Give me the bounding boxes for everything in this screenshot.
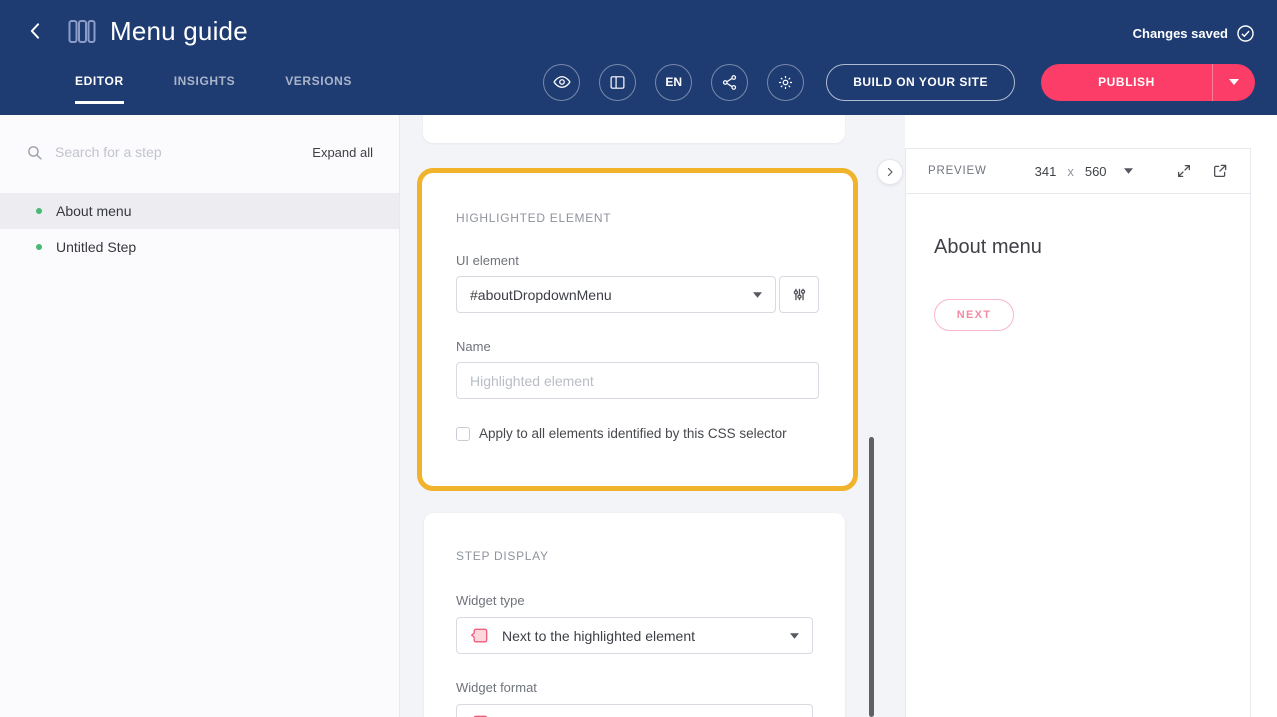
section-title: STEP DISPLAY bbox=[456, 549, 813, 563]
apply-all-checkbox-label: Apply to all elements identified by this… bbox=[479, 426, 787, 441]
ui-element-select[interactable]: #aboutDropdownMenu bbox=[456, 276, 776, 313]
tab-versions[interactable]: VERSIONS bbox=[285, 74, 352, 101]
preview-region: PREVIEW 341 x 560 bbox=[905, 115, 1277, 717]
widget-type-label: Widget type bbox=[456, 593, 813, 608]
layout-button[interactable] bbox=[599, 64, 636, 101]
tooltip-widget-icon bbox=[470, 626, 490, 646]
back-button[interactable] bbox=[22, 17, 50, 45]
step-status-dot bbox=[36, 208, 42, 214]
chevron-down-icon bbox=[790, 633, 799, 639]
chevron-right-icon bbox=[884, 166, 896, 178]
preview-height: 560 bbox=[1085, 164, 1107, 179]
expand-all-link[interactable]: Expand all bbox=[312, 145, 373, 160]
step-display-card: STEP DISPLAY Widget type Next to the hig… bbox=[424, 513, 845, 717]
widget-type-select[interactable]: Next to the highlighted element bbox=[456, 617, 813, 654]
settings-button[interactable] bbox=[767, 64, 804, 101]
collapse-preview-button[interactable] bbox=[877, 159, 903, 185]
selector-settings-button[interactable] bbox=[779, 276, 819, 313]
expand-icon bbox=[1176, 163, 1192, 179]
preview-panel: PREVIEW 341 x 560 bbox=[905, 148, 1251, 717]
share-button[interactable] bbox=[711, 64, 748, 101]
publish-dropdown-button[interactable] bbox=[1213, 64, 1255, 101]
preview-width: 341 bbox=[1035, 164, 1057, 179]
layout-panel-icon bbox=[609, 74, 626, 91]
page-title: Menu guide bbox=[110, 16, 248, 47]
tab-editor[interactable]: EDITOR bbox=[75, 74, 124, 104]
changes-saved-label: Changes saved bbox=[1133, 26, 1228, 41]
step-label: Untitled Step bbox=[56, 239, 136, 255]
chevron-down-icon bbox=[1124, 168, 1133, 174]
share-icon bbox=[721, 74, 738, 91]
header-tabs: EDITOR INSIGHTS VERSIONS bbox=[75, 74, 352, 104]
preview-size-dropdown[interactable]: 341 x 560 bbox=[1035, 164, 1133, 179]
name-label: Name bbox=[456, 339, 819, 354]
preview-step-title: About menu bbox=[934, 236, 1222, 259]
check-circle-icon bbox=[1236, 24, 1255, 43]
step-status-dot bbox=[36, 244, 42, 250]
step-item-about-menu[interactable]: About menu bbox=[0, 193, 399, 229]
highlighted-element-card: HIGHLIGHTED ELEMENT UI element #aboutDro… bbox=[417, 168, 858, 491]
next-button[interactable]: NEXT bbox=[934, 299, 1014, 331]
ui-element-value: #aboutDropdownMenu bbox=[470, 287, 753, 303]
open-in-new-icon bbox=[1212, 163, 1228, 179]
section-title: HIGHLIGHTED ELEMENT bbox=[456, 211, 819, 225]
eye-icon bbox=[553, 73, 571, 91]
step-item-untitled-step[interactable]: Untitled Step bbox=[0, 229, 399, 265]
step-label: About menu bbox=[56, 203, 132, 219]
steps-list: About menu Untitled Step bbox=[0, 193, 399, 265]
steps-sidebar: Expand all About menu Untitled Step bbox=[0, 115, 400, 717]
tooltip-widget-icon bbox=[470, 713, 490, 717]
search-icon bbox=[26, 144, 43, 161]
step-settings-panel: HIGHLIGHTED ELEMENT UI element #aboutDro… bbox=[400, 115, 905, 717]
widget-format-select[interactable] bbox=[456, 704, 813, 717]
vertical-scrollbar[interactable] bbox=[869, 437, 874, 717]
sliders-icon bbox=[791, 286, 808, 303]
element-name-input[interactable] bbox=[456, 362, 819, 399]
tab-insights[interactable]: INSIGHTS bbox=[174, 74, 235, 101]
columns-logo-icon bbox=[68, 19, 96, 44]
widget-format-label: Widget format bbox=[456, 680, 813, 695]
gear-icon bbox=[777, 74, 794, 91]
preview-eye-button[interactable] bbox=[543, 64, 580, 101]
language-button[interactable]: EN bbox=[655, 64, 692, 101]
ui-element-label: UI element bbox=[456, 253, 819, 268]
size-separator: x bbox=[1067, 164, 1074, 179]
publish-button-group: PUBLISH bbox=[1041, 64, 1255, 101]
previous-card-partial bbox=[423, 115, 845, 143]
open-in-new-button[interactable] bbox=[1212, 163, 1228, 179]
build-on-site-button[interactable]: BUILD ON YOUR SITE bbox=[826, 64, 1015, 101]
chevron-down-icon bbox=[1229, 79, 1239, 85]
chevron-left-icon bbox=[26, 21, 46, 41]
chevron-down-icon bbox=[753, 292, 762, 298]
search-step-input[interactable] bbox=[55, 144, 312, 160]
publish-button[interactable]: PUBLISH bbox=[1041, 64, 1213, 101]
preview-title: PREVIEW bbox=[928, 165, 987, 177]
apply-all-checkbox[interactable] bbox=[456, 427, 470, 441]
widget-type-value: Next to the highlighted element bbox=[502, 628, 778, 644]
fullscreen-button[interactable] bbox=[1176, 163, 1192, 179]
changes-saved-status: Changes saved bbox=[1133, 24, 1255, 43]
app-header: Menu guide Changes saved EDITOR INSIGHTS… bbox=[0, 0, 1277, 115]
